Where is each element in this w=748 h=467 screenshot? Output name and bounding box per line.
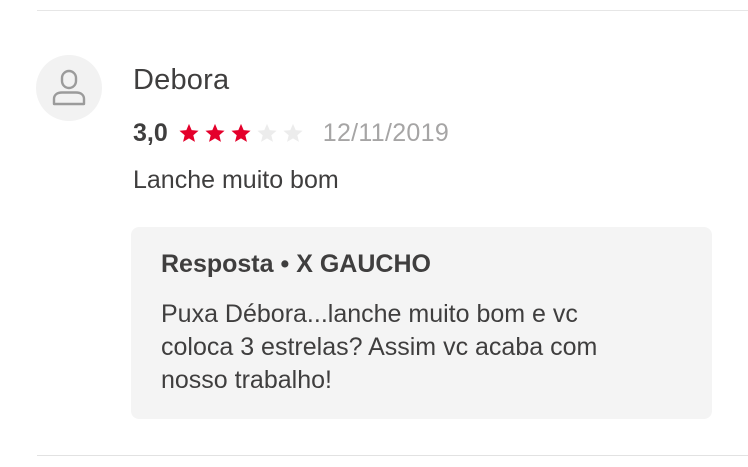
star-filled-icon	[205, 123, 225, 142]
reply-label: Resposta	[161, 250, 274, 278]
reply-author: X GAUCHO	[296, 250, 431, 278]
avatar	[36, 55, 102, 121]
star-filled-icon	[179, 123, 199, 142]
reply-header: Resposta • X GAUCHO	[161, 250, 431, 279]
review-text: Lanche muito bom	[133, 166, 339, 194]
rating-value: 3,0	[133, 118, 168, 147]
star-filled-icon	[231, 123, 251, 142]
reply-separator: •	[280, 250, 290, 278]
reviewer-name: Debora	[133, 64, 230, 96]
rating-row: 3,0 12/11/2019	[133, 116, 449, 150]
star-empty-icon	[283, 123, 303, 142]
reply-text: Puxa Débora...lanche muito bom e vc colo…	[161, 300, 598, 394]
review-date: 12/11/2019	[322, 118, 450, 147]
user-silhouette-icon	[52, 69, 86, 106]
divider	[37, 455, 748, 456]
review-card: Debora 3,0 12/11/2019 Lanche muito bom R…	[0, 0, 748, 467]
star-rating	[178, 122, 308, 144]
star-empty-icon	[257, 123, 277, 142]
divider	[37, 10, 748, 11]
reply-box: Resposta • X GAUCHO Puxa Débora...lanche…	[131, 227, 712, 419]
